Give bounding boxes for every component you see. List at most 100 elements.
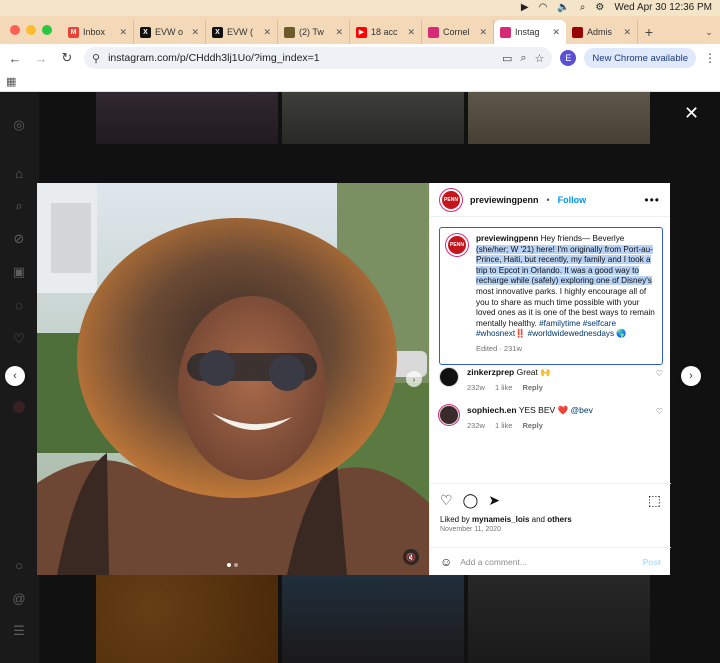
post-side-panel: PENN previewingpenn • Follow ••• PENN pr… (429, 183, 671, 575)
url-text[interactable]: instagram.com/p/CHddh3lj1Uo/?img_index=1 (108, 52, 494, 64)
browser-menu-icon[interactable]: ⋮ (704, 51, 716, 65)
separator-dot: • (546, 194, 550, 205)
reply-button[interactable]: Reply (522, 382, 542, 393)
tab-twitter[interactable]: (2) Tw ✕ (278, 20, 350, 44)
comment-bubble-icon[interactable]: ◯ (463, 492, 479, 509)
share-paper-plane-icon[interactable]: ➤ (488, 492, 500, 509)
close-window-button[interactable] (10, 25, 20, 35)
site-info-icon[interactable]: ⚲ (92, 52, 100, 65)
commenter-avatar[interactable] (439, 367, 459, 387)
tab-youtube[interactable]: ▶ 18 acc ✕ (350, 20, 422, 44)
zoom-window-button[interactable] (42, 25, 52, 35)
liked-by-others[interactable]: others (547, 515, 571, 524)
comment-likes[interactable]: 1 like (495, 382, 513, 393)
post-video[interactable]: › 🔇 (37, 183, 429, 575)
post-date[interactable]: November 11, 2020 (430, 526, 671, 533)
close-tab-icon[interactable]: ✕ (479, 27, 487, 38)
x-icon: X (140, 26, 151, 38)
tab-inbox[interactable]: M Inbox ✕ (62, 20, 134, 44)
close-tab-icon[interactable]: ✕ (335, 27, 343, 38)
comment-time[interactable]: 232w (467, 382, 485, 393)
selected-text: (she/her; W '21) here! I'm originally fr… (476, 244, 653, 286)
comment-username[interactable]: sophiech.en (467, 405, 517, 415)
search-icon[interactable]: ⌕ (580, 0, 586, 16)
comment-time[interactable]: 232w (467, 420, 485, 431)
next-post-button[interactable]: › (681, 366, 701, 386)
comment-text: Great 🙌 (516, 367, 551, 377)
close-modal-button[interactable]: ✕ (684, 104, 699, 122)
like-heart-icon[interactable]: ♡ (440, 492, 453, 509)
previous-post-button[interactable]: ‹ (5, 366, 25, 386)
tab-evw-1[interactable]: X EVW o ✕ (134, 20, 206, 44)
caption-author-avatar[interactable]: PENN (446, 234, 468, 256)
apps-grid-icon[interactable]: ▦ (6, 75, 16, 88)
macos-menubar: ▶ ◠ 🔈 ⌕ ⚙ Wed Apr 30 12:36 PM (0, 0, 720, 16)
post-header: PENN previewingpenn • Follow ••• (430, 183, 670, 217)
reload-button[interactable]: ↻ (58, 49, 76, 67)
close-tab-icon[interactable]: ✕ (552, 27, 560, 38)
author-avatar[interactable]: PENN (440, 188, 462, 211)
tab-admissions[interactable]: Admis ✕ (566, 20, 638, 44)
caption-username[interactable]: previewingpenn (476, 234, 538, 243)
tab-cornell[interactable]: Cornel ✕ (422, 20, 494, 44)
caption-text: previewingpenn Hey friends— Beverlye (sh… (476, 234, 655, 339)
gmail-icon: M (68, 26, 79, 38)
play-icon[interactable]: ▶ (521, 0, 529, 16)
tab-search-chevron-icon[interactable]: ⌄ (698, 20, 720, 44)
comment-text: YES BEV ❤️ (518, 405, 571, 415)
favicon-icon (284, 26, 295, 38)
liked-by: Liked by mynameis_lois and others (440, 515, 572, 524)
close-tab-icon[interactable]: ✕ (263, 27, 271, 38)
media-next-button[interactable]: › (406, 371, 422, 387)
cast-icon[interactable]: ▭ (502, 52, 512, 65)
save-bookmark-icon[interactable]: ⬚ (648, 492, 661, 509)
more-options-icon[interactable]: ••• (644, 193, 660, 207)
tab-evw-2[interactable]: X EVW (✕ (206, 20, 278, 44)
close-tab-icon[interactable]: ✕ (191, 27, 199, 38)
browser-tab-strip: M Inbox ✕ X EVW o ✕ X EVW (✕ (2) Tw ✕ ▶ 18 … (0, 16, 720, 44)
author-username[interactable]: previewingpenn (470, 195, 539, 205)
like-comment-heart-icon[interactable]: ♡ (656, 369, 663, 393)
post-caption: PENN previewingpenn Hey friends— Beverly… (439, 227, 663, 365)
control-center-icon[interactable]: ⚙ (595, 0, 604, 16)
close-tab-icon[interactable]: ✕ (623, 27, 631, 38)
profile-avatar[interactable]: E (560, 50, 577, 66)
comment-mention[interactable]: @bev (571, 405, 593, 415)
follow-button[interactable]: Follow (558, 195, 587, 205)
comment-likes[interactable]: 1 like (495, 420, 513, 431)
back-button[interactable]: ← (6, 49, 24, 67)
penn-shield-icon (572, 26, 583, 38)
youtube-icon: ▶ (356, 26, 367, 38)
minimize-window-button[interactable] (26, 25, 36, 35)
hashtag-worldwidewednesdays[interactable]: #worldwidewednesdays (528, 329, 614, 338)
close-tab-icon[interactable]: ✕ (119, 27, 127, 38)
forward-button[interactable]: → (32, 49, 50, 67)
globe-emoji: 🌎 (616, 329, 627, 339)
mute-icon[interactable]: 🔇 (403, 549, 419, 565)
comment: sophiech.en YES BEV ❤️ @bev 232w 1 like … (439, 405, 663, 431)
post-modal: › 🔇 PENN previewingpenn • Follow ••• PEN… (37, 183, 671, 575)
commenter-avatar[interactable] (439, 405, 459, 425)
close-tab-icon[interactable]: ✕ (407, 27, 415, 38)
browser-toolbar: ← → ↻ ⚲ instagram.com/p/CHddh3lj1Uo/?img… (0, 44, 720, 72)
tab-instagram[interactable]: Instag ✕ (494, 20, 566, 44)
comment-input[interactable]: Add a comment... (460, 557, 527, 567)
menubar-datetime[interactable]: Wed Apr 30 12:36 PM (614, 0, 712, 16)
double-exclamation-emoji: ‼️ (515, 329, 526, 339)
instagram-icon (428, 26, 439, 38)
comment-username[interactable]: zinkerzprep (467, 367, 514, 377)
window-controls (0, 25, 62, 44)
new-chrome-available-button[interactable]: New Chrome available (584, 48, 696, 68)
reply-button[interactable]: Reply (522, 420, 542, 431)
edited-label: Edited · 231w (476, 343, 522, 353)
post-comment-button[interactable]: Post (643, 557, 661, 567)
new-tab-button[interactable]: + (638, 20, 660, 44)
address-bar[interactable]: ⚲ instagram.com/p/CHddh3lj1Uo/?img_index… (84, 47, 553, 69)
bookmark-star-icon[interactable]: ☆ (535, 52, 545, 65)
zoom-icon[interactable]: ⌕ (520, 52, 526, 65)
emoji-picker-icon[interactable]: ☺ (440, 555, 452, 569)
volume-icon[interactable]: 🔈 (557, 0, 569, 16)
liked-by-user[interactable]: mynameis_lois (472, 515, 529, 524)
wifi-icon[interactable]: ◠ (539, 0, 548, 16)
like-comment-heart-icon[interactable]: ♡ (656, 407, 663, 431)
